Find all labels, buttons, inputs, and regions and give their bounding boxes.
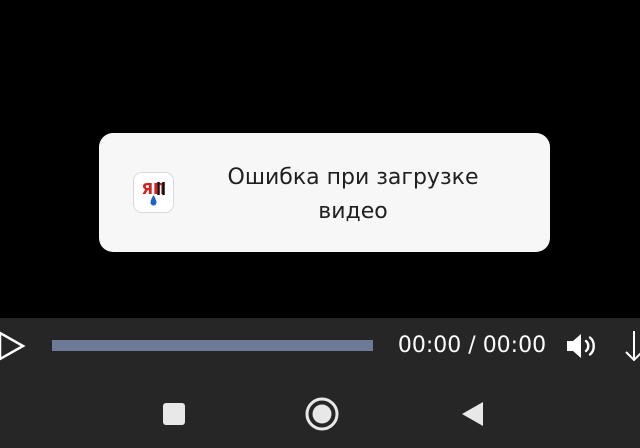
player-controls-bar: 00:00 / 00:00 [0, 318, 640, 374]
back-icon [462, 402, 483, 426]
toast-message-line-1: Ошибка при загрузке [227, 165, 479, 190]
play-icon [0, 331, 26, 361]
home-button[interactable] [303, 395, 341, 433]
play-button[interactable] [0, 330, 26, 362]
recent-apps-button[interactable] [160, 400, 188, 428]
recent-apps-icon [163, 403, 185, 425]
home-icon [305, 397, 339, 431]
toast-message: Ошибка при загрузке видео [203, 161, 503, 229]
download-icon [625, 331, 640, 362]
back-button[interactable] [458, 399, 488, 429]
system-navigation-bar [0, 374, 640, 448]
volume-button[interactable] [565, 331, 601, 361]
time-readout: 00:00 / 00:00 [397, 333, 547, 358]
error-toast: ЯП Ошибка при загрузке видео [99, 133, 550, 252]
download-button[interactable] [622, 328, 640, 364]
screen: ЯП Ошибка при загрузке видео 00:00 / 00:… [0, 0, 640, 448]
toast-message-line-2: видео [318, 199, 388, 224]
seek-bar[interactable] [52, 340, 373, 351]
yap-app-icon: ЯП [134, 173, 173, 212]
volume-icon [567, 334, 595, 358]
